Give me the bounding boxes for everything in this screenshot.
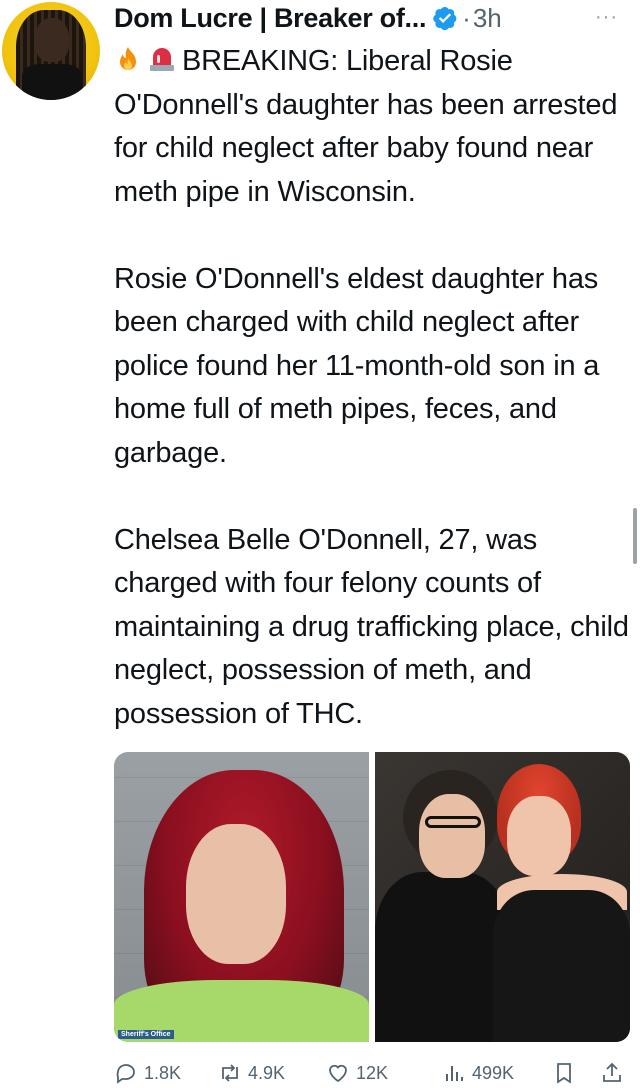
like-count: 12K — [356, 1062, 389, 1083]
heart-icon — [329, 1064, 347, 1083]
tweet-paragraph-3: Chelsea Belle O'Donnell, 27, was charged… — [114, 523, 629, 730]
photo-person-1-face — [419, 794, 485, 878]
fire-emoji-icon — [120, 47, 136, 70]
tweet-header: Dom Lucre | Breaker of... · 3h — [114, 0, 502, 36]
event-photo[interactable] — [375, 752, 630, 1042]
share-button[interactable] — [600, 1061, 630, 1085]
tweet-timestamp[interactable]: 3h — [473, 3, 502, 34]
retweet-button[interactable]: 4.9K — [218, 1061, 285, 1085]
mugshot-photo[interactable]: Sheriff's Office — [114, 752, 369, 1042]
views-chart-icon — [446, 1066, 463, 1081]
photo-glasses — [425, 816, 481, 828]
like-button[interactable]: 12K — [326, 1061, 388, 1085]
retweet-count: 4.9K — [248, 1062, 286, 1083]
share-icon — [603, 1062, 621, 1082]
author-name[interactable]: Dom Lucre | Breaker of... — [114, 3, 426, 34]
photo-person-1-body — [375, 872, 510, 1042]
verified-badge-icon — [433, 6, 457, 31]
avatar-body — [22, 64, 82, 100]
views-button[interactable]: 499K — [442, 1061, 514, 1085]
more-options-icon[interactable]: ··· — [595, 6, 618, 29]
reply-count: 1.8K — [144, 1062, 182, 1083]
photo-caption: Sheriff's Office — [118, 1030, 174, 1039]
header-separator: · — [462, 2, 471, 33]
avatar-face — [35, 18, 69, 62]
retweet-icon — [222, 1064, 238, 1082]
reply-icon — [116, 1064, 135, 1084]
photo-person-2-face — [507, 796, 571, 876]
author-avatar[interactable] — [2, 2, 100, 100]
tweet-text: BREAKING: Liberal Rosie O'Donnell's daug… — [114, 40, 634, 736]
siren-emoji-icon — [150, 48, 174, 71]
tweet-paragraph-1: BREAKING: Liberal Rosie O'Donnell's daug… — [114, 40, 634, 214]
tweet-media[interactable]: Sheriff's Office — [114, 752, 630, 1042]
views-count: 499K — [472, 1062, 515, 1083]
breaking-text: BREAKING: Liberal Rosie O'Donnell's daug… — [114, 45, 618, 208]
tweet-paragraph-2: Rosie O'Donnell's eldest daughter has be… — [114, 262, 600, 469]
reply-button[interactable]: 1.8K — [114, 1061, 181, 1085]
bookmark-button[interactable] — [552, 1061, 582, 1085]
photo-person-2-dress — [493, 890, 630, 1042]
bookmark-icon — [557, 1063, 571, 1084]
scrollbar[interactable] — [633, 508, 637, 564]
photo-face — [186, 824, 286, 964]
